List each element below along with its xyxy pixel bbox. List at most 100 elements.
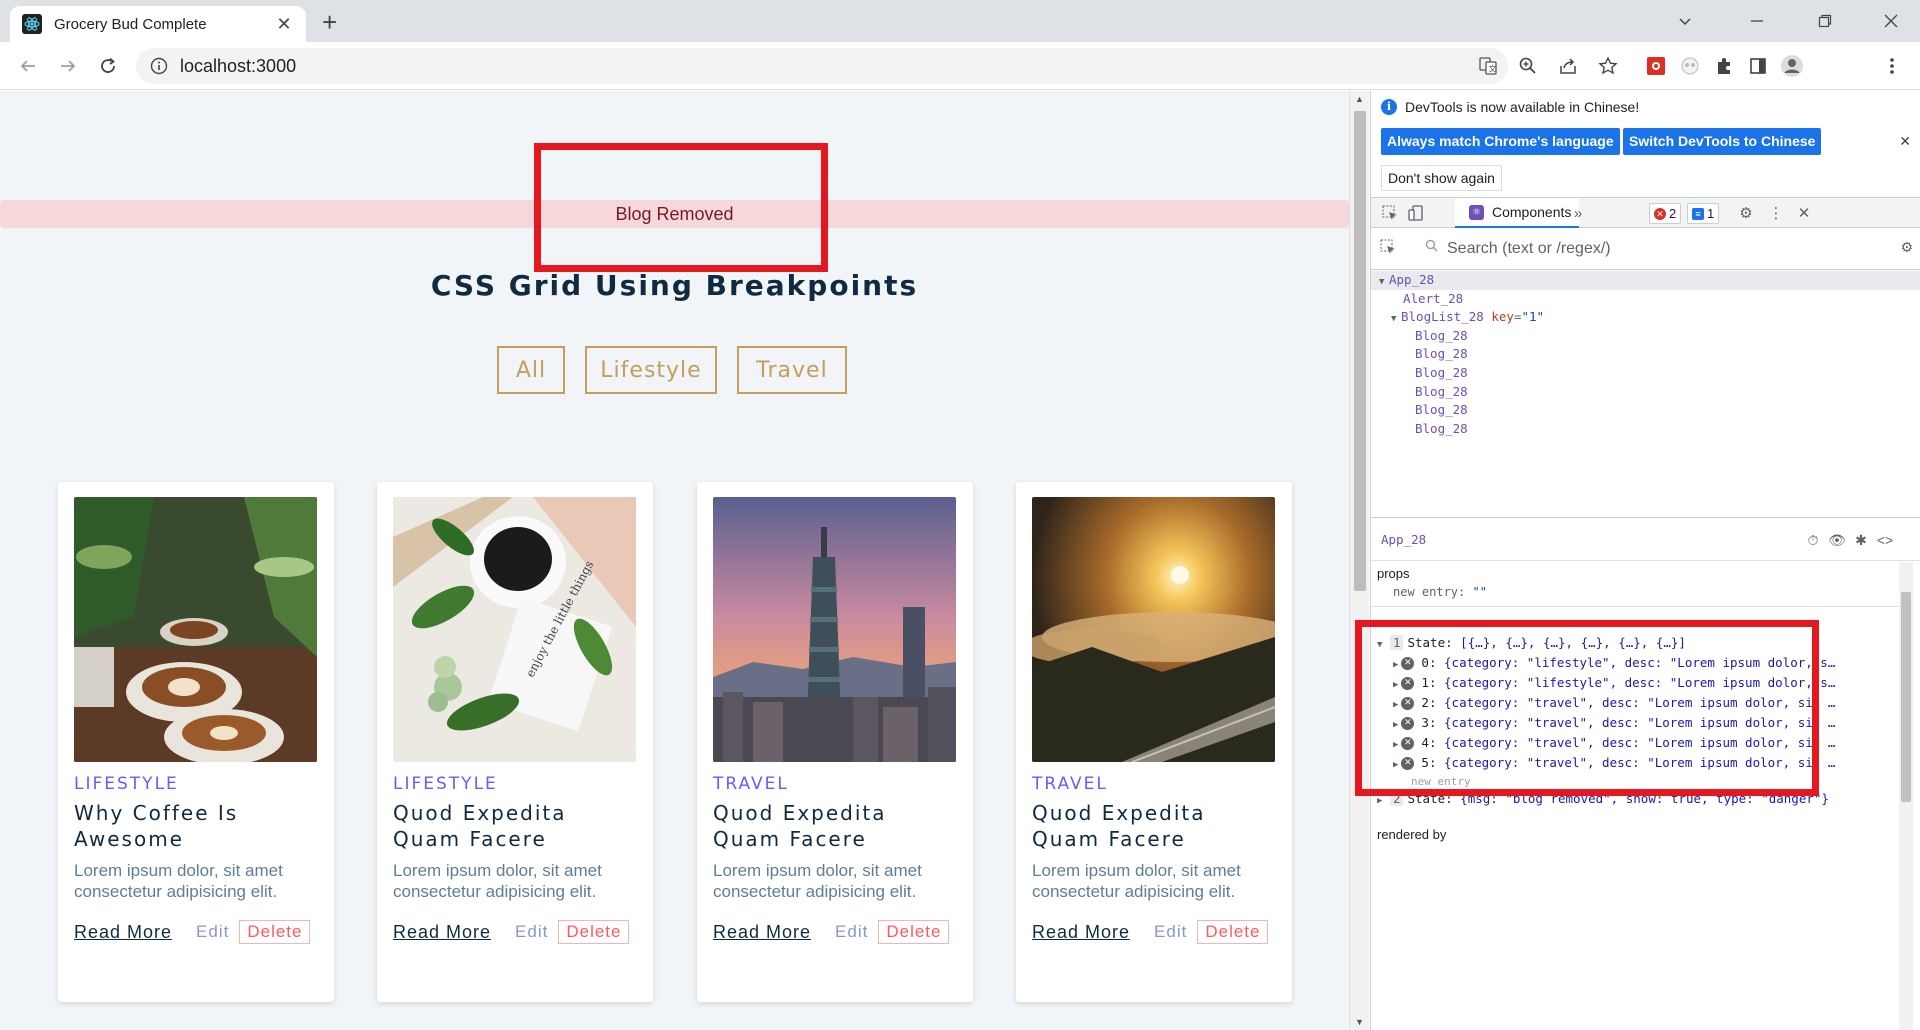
edit-button[interactable]: Edit xyxy=(515,922,548,942)
switch-to-chinese-button[interactable]: Switch DevTools to Chinese xyxy=(1623,128,1822,155)
state-new-entry[interactable]: new entry xyxy=(1411,775,1471,788)
delete-button[interactable]: Delete xyxy=(1197,920,1269,944)
remove-item-icon[interactable]: ✕ xyxy=(1401,697,1415,710)
always-match-language-button[interactable]: Always match Chrome's language xyxy=(1381,128,1620,155)
devtools-close-icon[interactable]: ✕ xyxy=(1793,202,1815,224)
view-source-icon[interactable]: <> xyxy=(1875,530,1895,550)
share-icon[interactable] xyxy=(1552,50,1584,82)
expand-triangle-icon[interactable]: ▶ xyxy=(1393,760,1398,770)
edit-button[interactable]: Edit xyxy=(1154,922,1187,942)
props-new-entry[interactable]: new entry: "" xyxy=(1393,585,1487,599)
tree-node-blog[interactable]: Blog_28 xyxy=(1371,401,1920,420)
delete-button[interactable]: Delete xyxy=(878,920,950,944)
new-tab-icon[interactable]: + xyxy=(322,9,337,35)
message-count-badge[interactable]: ≡ 1 xyxy=(1687,203,1720,224)
extension-owl-icon[interactable] xyxy=(1674,50,1706,82)
side-panel-icon[interactable] xyxy=(1742,50,1774,82)
expand-triangle-icon[interactable]: ▶ xyxy=(1393,700,1398,710)
scroll-up-icon[interactable]: ▲ xyxy=(1355,94,1364,104)
hook-state-2[interactable]: ▶ 2 State: {msg: "blog removed", show: tr… xyxy=(1377,791,1829,806)
remove-item-icon[interactable]: ✕ xyxy=(1401,757,1415,770)
expand-triangle-icon[interactable]: ▶ xyxy=(1393,660,1398,670)
minimize-icon[interactable] xyxy=(1740,4,1774,38)
devtools-scrollbar[interactable] xyxy=(1899,562,1913,1030)
filter-all-button[interactable]: All xyxy=(497,346,565,394)
tab-search-icon[interactable] xyxy=(1668,4,1702,38)
error-count-badge[interactable]: ✕ 2 xyxy=(1649,203,1682,224)
tree-node-alert[interactable]: Alert_28 xyxy=(1371,290,1920,309)
remove-item-icon[interactable]: ✕ xyxy=(1401,677,1415,690)
expand-triangle-icon[interactable]: ▶ xyxy=(1393,740,1398,750)
delete-button[interactable]: Delete xyxy=(558,920,630,944)
select-component-icon[interactable] xyxy=(1379,238,1401,260)
dont-show-again-button[interactable]: Don't show again xyxy=(1381,165,1502,191)
expand-triangle-icon[interactable]: ▶ xyxy=(1377,796,1382,806)
extension-red-icon[interactable] xyxy=(1640,50,1672,82)
forward-icon[interactable] xyxy=(52,50,84,82)
delete-button[interactable]: Delete xyxy=(239,920,311,944)
stopwatch-icon[interactable]: ⏱ xyxy=(1803,530,1823,550)
state-array-item[interactable]: ▶ ✕ 3: {category: "travel", desc: "Lorem i… xyxy=(1393,715,1835,730)
reload-icon[interactable] xyxy=(92,50,124,82)
element-picker-icon[interactable] xyxy=(1379,202,1401,224)
filter-lifestyle-button[interactable]: Lifestyle xyxy=(585,346,717,394)
state-array-item[interactable]: ▶ ✕ 2: {category: "travel", desc: "Lorem i… xyxy=(1393,695,1835,710)
edit-button[interactable]: Edit xyxy=(196,922,229,942)
tree-node-bloglist[interactable]: ▼ BlogList_28 key="1" xyxy=(1371,308,1920,327)
blog-actions: Read More Edit Delete xyxy=(713,920,950,944)
tree-node-blog[interactable]: Blog_28 xyxy=(1371,383,1920,402)
back-icon[interactable] xyxy=(12,50,44,82)
read-more-link[interactable]: Read More xyxy=(713,922,811,943)
restore-icon[interactable] xyxy=(1808,4,1842,38)
scroll-down-icon[interactable]: ▼ xyxy=(1355,1017,1364,1027)
more-tabs-chevron-icon[interactable]: » xyxy=(1567,202,1589,224)
read-more-link[interactable]: Read More xyxy=(1032,922,1130,943)
address-bar[interactable]: localhost:3000 xyxy=(136,48,1508,84)
component-search-input[interactable] xyxy=(1447,236,1867,262)
bug-icon[interactable]: ✱ xyxy=(1851,530,1871,550)
tree-node-blog[interactable]: Blog_28 xyxy=(1371,345,1920,364)
components-settings-gear-icon[interactable]: ⚙ xyxy=(1900,239,1913,256)
tab-components[interactable]: ⚛ Components xyxy=(1455,198,1580,228)
tree-node-blog[interactable]: Blog_28 xyxy=(1371,420,1920,439)
state-array-item[interactable]: ▶ ✕ 5: {category: "travel", desc: "Lorem i… xyxy=(1393,755,1835,770)
remove-item-icon[interactable]: ✕ xyxy=(1401,737,1415,750)
state-array-item[interactable]: ▶ ✕ 4: {category: "travel", desc: "Lorem i… xyxy=(1393,735,1835,750)
tab-close-icon[interactable]: ✕ xyxy=(274,14,294,35)
tree-node-blog[interactable]: Blog_28 xyxy=(1371,364,1920,383)
expand-triangle-icon[interactable]: ▼ xyxy=(1377,640,1382,650)
info-icon[interactable] xyxy=(150,57,168,75)
browser-tab[interactable]: Grocery Bud Complete ✕ xyxy=(10,6,306,42)
extensions-puzzle-icon[interactable] xyxy=(1708,50,1740,82)
translate-icon[interactable]: 文 xyxy=(1472,50,1504,82)
read-more-link[interactable]: Read More xyxy=(74,922,172,943)
read-more-link[interactable]: Read More xyxy=(393,922,491,943)
edit-button[interactable]: Edit xyxy=(835,922,868,942)
expand-triangle-icon[interactable]: ▼ xyxy=(1379,273,1389,292)
zoom-icon[interactable] xyxy=(1512,50,1544,82)
profile-avatar-icon[interactable] xyxy=(1776,50,1808,82)
devtools-menu-kebab-icon[interactable]: ⋮ xyxy=(1765,202,1787,224)
eye-icon[interactable]: 👁 xyxy=(1827,530,1847,550)
expand-triangle-icon[interactable]: ▶ xyxy=(1393,680,1398,690)
hook-state-1[interactable]: ▼ 1 State: [{…}, {…}, {…}, {…}, {…}, {…}] xyxy=(1377,635,1686,650)
device-toolbar-icon[interactable] xyxy=(1405,202,1427,224)
bookmark-star-icon[interactable] xyxy=(1592,50,1624,82)
page-scrollbar[interactable]: ▲ ▼ xyxy=(1349,91,1369,1030)
tree-node-blog[interactable]: Blog_28 xyxy=(1371,327,1920,346)
filter-travel-button[interactable]: Travel xyxy=(737,346,847,394)
devtools-scrollbar-thumb[interactable] xyxy=(1901,592,1911,802)
window-close-icon[interactable] xyxy=(1874,4,1908,38)
blog-category: LIFESTYLE xyxy=(74,774,179,794)
state-array-item[interactable]: ▶ ✕ 0: {category: "lifestyle", desc: "Lore… xyxy=(1393,655,1835,670)
page-scrollbar-thumb[interactable] xyxy=(1354,111,1366,591)
state-array-item[interactable]: ▶ ✕ 1: {category: "lifestyle", desc: "Lore… xyxy=(1393,675,1835,690)
remove-item-icon[interactable]: ✕ xyxy=(1401,717,1415,730)
infobar-close-icon[interactable]: ✕ xyxy=(1899,133,1911,150)
remove-item-icon[interactable]: ✕ xyxy=(1401,657,1415,670)
tree-node-app[interactable]: ▼ App_28 xyxy=(1371,271,1920,290)
settings-gear-icon[interactable]: ⚙ xyxy=(1735,202,1757,224)
menu-kebab-icon[interactable] xyxy=(1876,50,1908,82)
expand-triangle-icon[interactable]: ▶ xyxy=(1393,720,1398,730)
expand-triangle-icon[interactable]: ▼ xyxy=(1391,310,1401,329)
